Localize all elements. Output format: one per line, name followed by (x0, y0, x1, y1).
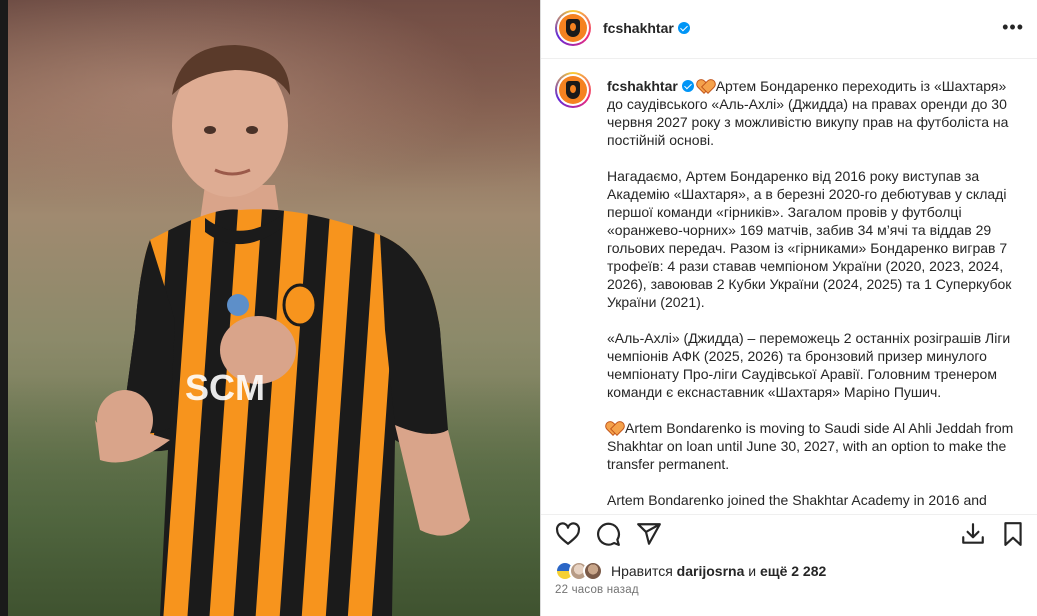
header-username-row: fcshakhtar (603, 20, 690, 38)
action-bar (541, 514, 1037, 554)
caption-text: fcshakhtar Артем Бондаренко переходить і… (607, 77, 1019, 514)
svg-text:SCM: SCM (185, 367, 265, 408)
more-icon[interactable]: ••• (1002, 18, 1024, 36)
post-header: fcshakhtar ••• (541, 0, 1037, 59)
caption-paragraph: Artem Bondarenko joined the Shakhtar Aca… (607, 492, 987, 508)
orange-heart-icon (698, 80, 712, 92)
likes-conjunction: и (748, 563, 757, 579)
heart-outline-icon[interactable] (555, 521, 581, 547)
shakhtar-logo-icon (559, 76, 587, 104)
comment-icon[interactable] (595, 521, 621, 547)
likes-count[interactable]: ещё 2 282 (760, 563, 826, 579)
caption-area[interactable]: fcshakhtar Артем Бондаренко переходить і… (541, 60, 1037, 514)
header-username[interactable]: fcshakhtar (603, 20, 674, 36)
account-avatar[interactable] (555, 10, 591, 46)
orange-heart-icon (607, 422, 621, 434)
send-icon[interactable] (636, 521, 662, 547)
liker-avatars (555, 561, 603, 581)
caption-paragraph: Нагадаємо, Артем Бондаренко від 2016 рок… (607, 168, 1012, 310)
caption-paragraph: Artem Bondarenko is moving to Saudi side… (607, 420, 1014, 472)
likes-row[interactable]: Нравится darijosrna и ещё 2 282 (555, 560, 826, 582)
shakhtar-logo-icon (559, 14, 587, 42)
post-image: SCM (0, 0, 540, 616)
avatar (583, 561, 603, 581)
caption-paragraph: «Аль-Ахлі» (Джидда) – переможець 2 остан… (607, 330, 1011, 400)
verified-badge-icon (677, 22, 690, 34)
post-panel: fcshakhtar ••• fcshakhtar Артем Бондарен… (540, 0, 1037, 616)
likes-user[interactable]: darijosrna (677, 563, 745, 579)
caption-avatar[interactable] (555, 72, 591, 108)
post-timestamp[interactable]: 22 часов назад (555, 584, 639, 596)
bookmark-icon[interactable] (1000, 521, 1026, 547)
likes-prefix: Нравится (611, 563, 673, 579)
caption-username[interactable]: fcshakhtar (607, 78, 678, 94)
verified-badge-icon (681, 80, 694, 92)
download-icon[interactable] (960, 521, 986, 547)
panel-divider (0, 0, 8, 616)
player-illustration: SCM (95, 45, 470, 616)
